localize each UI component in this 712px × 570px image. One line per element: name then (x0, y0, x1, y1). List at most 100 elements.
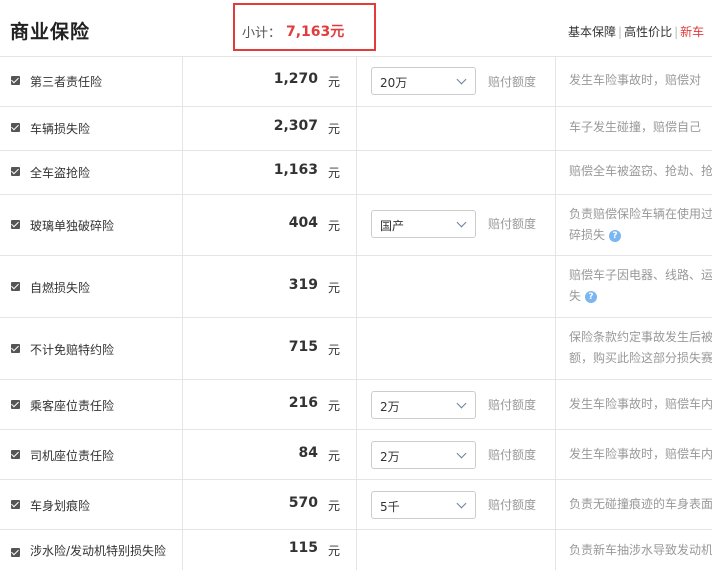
insurance-row: 玻璃单独破碎险 404 元 国产 赔付额度 负责赔偿保险车辆在使用过 碎损失? (0, 195, 712, 256)
insurance-description: 赔偿全车被盗窃、抢劫、抢 (569, 161, 712, 182)
price-unit: 元 (328, 499, 341, 513)
insurance-description: 负责新车抽涉水导致发动机 (569, 540, 712, 561)
coverage-label: 赔付额度 (488, 75, 537, 89)
insurance-row: 乘客座位责任险 216 元 2万 赔付额度 发生车险事故时，赔偿车内 (0, 380, 712, 430)
description-line: 发生车险事故时，赔偿车内 (569, 447, 712, 461)
insurance-price: 115 (288, 540, 318, 556)
price-unit: 元 (328, 343, 341, 357)
insurance-row: 涉水险/发动机特别损失险 115 元 负责新车抽涉水导致发动机 (0, 530, 712, 570)
description-line: 发生车险事故时，赔偿车内 (569, 397, 712, 411)
price-unit: 元 (328, 399, 341, 413)
insurance-row: 车辆损失险 2,307 元 车子发生碰撞，赔偿自己 (0, 107, 712, 151)
divider (182, 318, 183, 379)
insurance-price: 319 (288, 277, 318, 293)
chevron-down-icon (456, 498, 467, 509)
coverage-select-value: 5千 (380, 500, 400, 514)
help-icon[interactable]: ? (609, 229, 622, 242)
description-line: 负责无碰撞痕迹的车身表面 (569, 497, 712, 511)
row-checkbox[interactable] (11, 450, 20, 459)
divider (356, 57, 357, 106)
insurance-row: 自燃损失险 319 元 赔偿车子因电器、线路、运 失? (0, 256, 712, 318)
divider (182, 195, 183, 255)
divider (555, 480, 556, 529)
divider (182, 530, 183, 570)
divider (356, 151, 357, 194)
divider (555, 107, 556, 150)
description-line: 负责新车抽涉水导致发动机 (569, 543, 712, 557)
plan-tab-newcar[interactable]: 新车 (680, 25, 704, 39)
divider (555, 430, 556, 479)
description-line: 车子发生碰撞，赔偿自己 (569, 120, 702, 134)
insurance-description: 负责赔偿保险车辆在使用过 碎损失? (569, 204, 712, 246)
description-line: 赔偿全车被盗窃、抢劫、抢 (569, 164, 712, 178)
description-line: 负责赔偿保险车辆在使用过 (569, 207, 712, 221)
divider (555, 318, 556, 379)
divider (356, 107, 357, 150)
row-checkbox[interactable] (11, 76, 20, 85)
coverage-select[interactable]: 2万 (371, 391, 476, 419)
insurance-name: 涉水险/发动机特别损失险 (30, 544, 167, 558)
divider: | (618, 25, 623, 39)
row-checkbox[interactable] (11, 282, 20, 291)
insurance-description: 发生车险事故时，赔偿车内 (569, 444, 712, 465)
coverage-select[interactable]: 国产 (371, 210, 476, 238)
row-checkbox[interactable] (11, 400, 20, 409)
row-checkbox[interactable] (11, 548, 20, 557)
description-line-2: 失? (569, 286, 712, 307)
plan-tab-basic[interactable]: 基本保障 (568, 25, 616, 39)
insurance-price: 216 (288, 395, 318, 411)
subtotal-box: 小计： 7,163元 (233, 3, 376, 51)
divider (555, 57, 556, 106)
divider (555, 195, 556, 255)
plan-tabs: 基本保障 | 高性价比 | 新车 (568, 23, 704, 40)
insurance-price: 2,307 (273, 118, 318, 134)
insurance-name: 车身划痕险 (30, 499, 91, 513)
price-unit: 元 (328, 75, 341, 89)
price-unit: 元 (328, 449, 341, 463)
price-unit: 元 (328, 122, 341, 136)
coverage-label: 赔付额度 (488, 448, 537, 462)
page-title: 商业保险 (10, 21, 91, 43)
divider (555, 256, 556, 317)
insurance-description: 负责无碰撞痕迹的车身表面 (569, 494, 712, 515)
divider (182, 380, 183, 429)
coverage-select-value: 20万 (380, 76, 408, 90)
coverage-select[interactable]: 5千 (371, 491, 476, 519)
insurance-name: 第三者责任险 (30, 75, 103, 89)
price-unit: 元 (328, 166, 341, 180)
insurance-name: 车辆损失险 (30, 122, 91, 136)
insurance-description: 发生车险事故时，赔偿对 (569, 70, 712, 91)
insurance-price: 404 (288, 215, 318, 231)
divider (356, 380, 357, 429)
coverage-select[interactable]: 20万 (371, 67, 476, 95)
insurance-price: 84 (298, 445, 318, 461)
chevron-down-icon (456, 217, 467, 228)
divider (182, 480, 183, 529)
help-icon[interactable]: ? (585, 290, 598, 303)
insurance-row: 不计免赔特约险 715 元 保险条款约定事故发生后被 额，购买此险这部分损失赛 (0, 318, 712, 380)
price-unit: 元 (328, 544, 341, 558)
row-checkbox[interactable] (11, 167, 20, 176)
description-line-2: 碎损失? (569, 225, 712, 246)
row-checkbox[interactable] (11, 500, 20, 509)
header: 商业保险 小计： 7,163元 基本保障 | 高性价比 | 新车 (0, 0, 712, 57)
divider (356, 195, 357, 255)
chevron-down-icon (456, 74, 467, 85)
plan-tab-value[interactable]: 高性价比 (624, 25, 672, 39)
divider (182, 430, 183, 479)
price-unit: 元 (328, 281, 341, 295)
coverage-select-value: 2万 (380, 450, 400, 464)
description-text: 失 (569, 289, 582, 303)
insurance-name: 玻璃单独破碎险 (30, 219, 115, 233)
row-checkbox[interactable] (11, 220, 20, 229)
row-checkbox[interactable] (11, 123, 20, 132)
insurance-description: 赔偿车子因电器、线路、运 失? (569, 265, 712, 307)
coverage-select[interactable]: 2万 (371, 441, 476, 469)
divider (182, 151, 183, 194)
description-line-2: 额，购买此险这部分损失赛 (569, 351, 712, 365)
insurance-description: 发生车险事故时，赔偿车内 (569, 394, 712, 415)
insurance-row: 车身划痕险 570 元 5千 赔付额度 负责无碰撞痕迹的车身表面 (0, 480, 712, 530)
divider: | (674, 25, 679, 39)
divider (182, 256, 183, 317)
row-checkbox[interactable] (11, 344, 20, 353)
